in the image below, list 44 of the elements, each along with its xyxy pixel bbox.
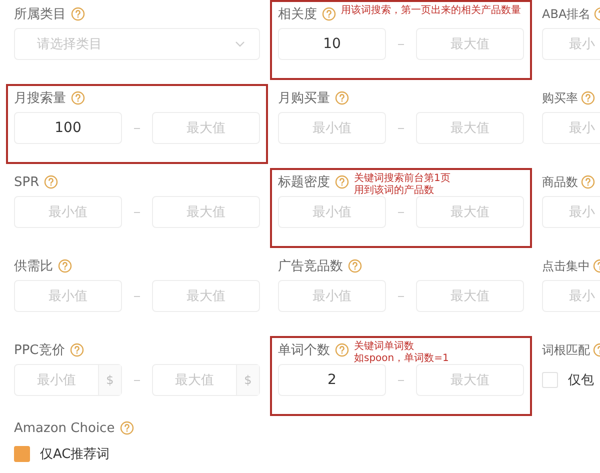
number-input[interactable]: 最大值 [152, 280, 260, 312]
number-input[interactable]: 最大值 [416, 280, 524, 312]
number-input[interactable]: 最小 [542, 112, 600, 144]
field-label: 商品数 [542, 174, 578, 190]
checkbox-label: 仅包 [568, 372, 594, 389]
number-input[interactable]: 最小值 [14, 196, 122, 228]
field-label: Amazon Choice [14, 420, 115, 436]
number-input[interactable]: 最大值 [416, 112, 524, 144]
field-label: 月购买量 [278, 90, 330, 107]
number-input[interactable]: 最大值 [416, 28, 524, 60]
number-input[interactable]: 最大值 [416, 196, 524, 228]
annotation-note: 关键词搜索前台第1页 用到该词的产品数 [354, 173, 450, 197]
number-input[interactable]: 最小值 [14, 280, 122, 312]
field-label: PPC竞价 [14, 342, 65, 359]
number-input[interactable]: 最大值 [152, 112, 260, 144]
annotation-note: 用该词搜索，第一页出来的相关产品数量 [341, 5, 521, 17]
number-input[interactable]: 最大值 $ [152, 364, 260, 396]
field-label: 单词个数 [278, 342, 330, 359]
number-input[interactable]: 最小 [542, 28, 600, 60]
number-input[interactable]: 最小值 $ [14, 364, 122, 396]
field-label: 广告竞品数 [278, 258, 343, 275]
checkbox-label: 仅AC推荐词 [40, 446, 110, 463]
number-input[interactable]: 最小值 [278, 196, 386, 228]
category-select[interactable]: 请选择类目 [14, 28, 260, 60]
field-label: 购买率 [542, 90, 578, 106]
annotation-note: 关键词单词数 如spoon，单词数=1 [354, 341, 449, 365]
number-input[interactable]: 最小值 [278, 280, 386, 312]
field-label: ABA排名 [542, 6, 591, 22]
number-input[interactable]: 最小值 [278, 112, 386, 144]
field-label: 供需比 [14, 258, 53, 275]
number-input[interactable]: 100 [14, 112, 122, 144]
field-label: SPR [14, 174, 40, 190]
field-label: 词根匹配 [542, 342, 590, 358]
number-input[interactable]: 2 [278, 364, 386, 396]
number-input[interactable]: 最小 [542, 196, 600, 228]
number-input[interactable]: 最大值 [152, 196, 260, 228]
field-label: 所属类目 [14, 6, 66, 23]
field-label: 点击集中 [542, 258, 590, 274]
field-label: 月搜索量 [14, 90, 66, 107]
number-input[interactable]: 10 [278, 28, 386, 60]
field-label: 标题密度 [278, 174, 330, 191]
number-input[interactable]: 最小 [542, 280, 600, 312]
number-input[interactable]: 最大值 [416, 364, 524, 396]
field-label: 相关度 [278, 6, 317, 23]
